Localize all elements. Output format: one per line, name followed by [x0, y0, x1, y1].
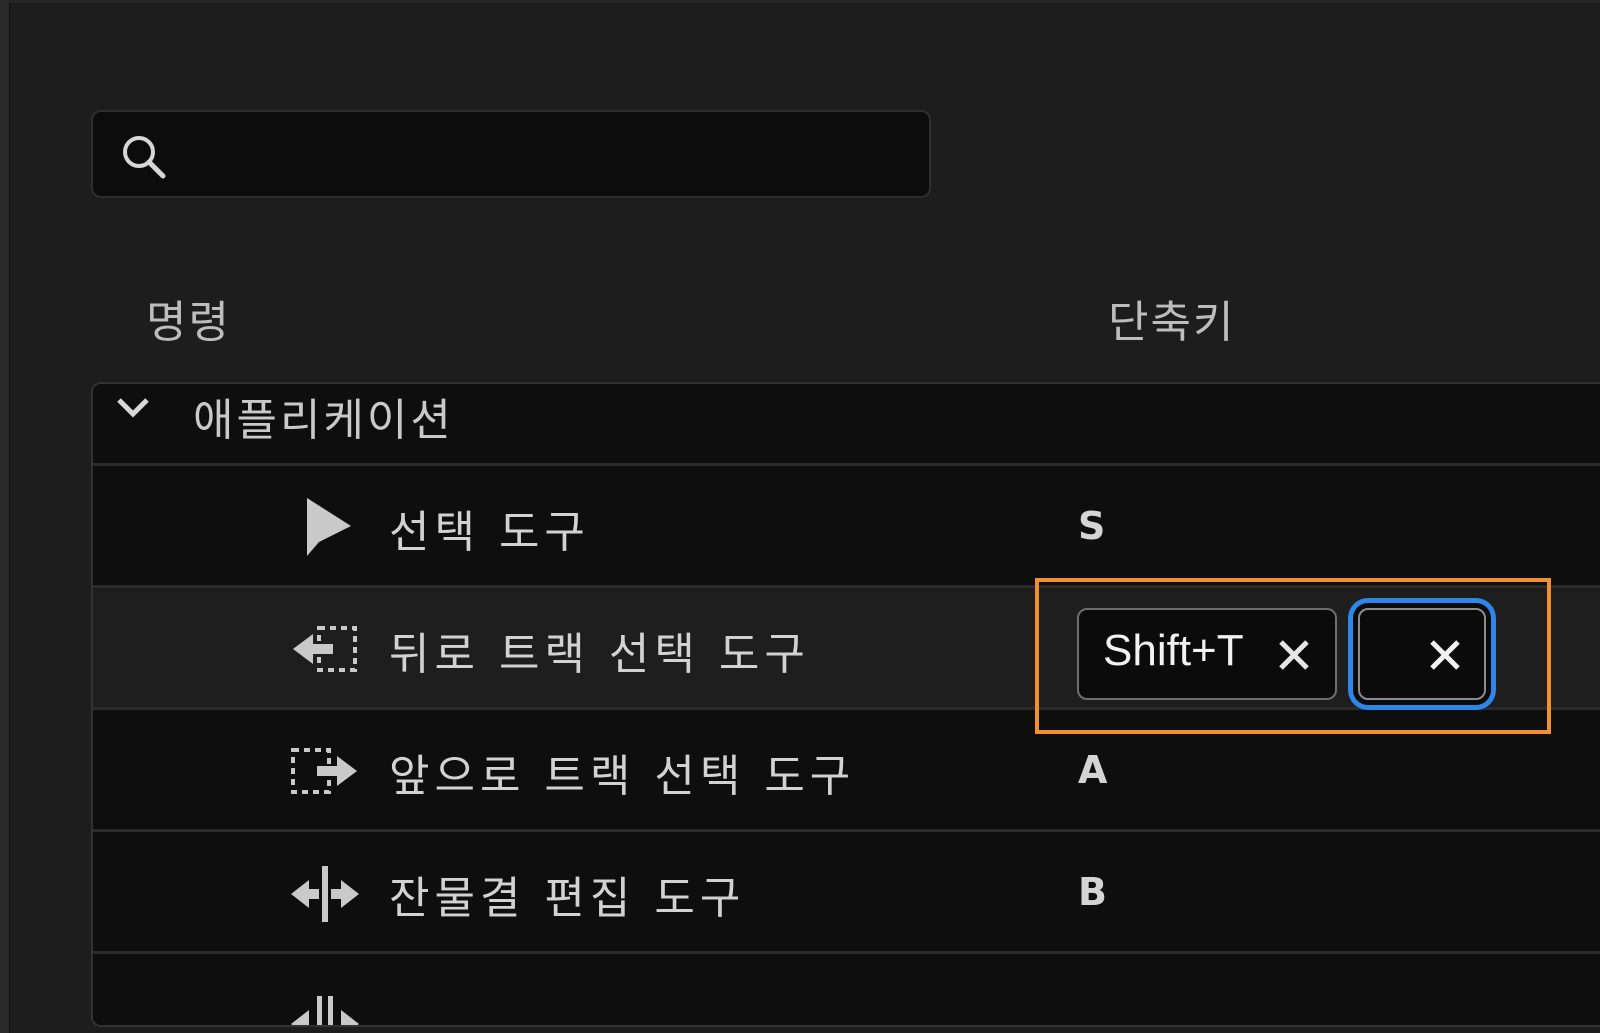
search-input[interactable] — [185, 126, 909, 184]
track-select-forward-icon — [291, 748, 357, 794]
track-select-backward-icon — [293, 626, 357, 672]
new-shortcut-field[interactable] — [1358, 608, 1486, 700]
group-label: 애플리케이션 — [193, 395, 454, 446]
top-strip — [9, 0, 1600, 3]
shortcut-label[interactable]: B — [1078, 870, 1107, 914]
command-label: 선택 도구 — [389, 507, 590, 558]
table-row[interactable] — [93, 954, 1600, 1025]
rolling-edit-icon — [291, 996, 359, 1025]
selection-arrow-icon — [307, 498, 351, 556]
panel-edge — [0, 0, 10, 1033]
ripple-edit-icon — [291, 866, 359, 922]
shortcut-label[interactable]: A — [1078, 748, 1107, 792]
search-icon — [123, 136, 166, 179]
search-box[interactable] — [91, 110, 931, 198]
shortcut-chip-label: Shift+T — [1103, 626, 1244, 675]
command-label: 잔물결 편집 도구 — [389, 873, 746, 924]
column-header-command[interactable]: 명령 — [146, 286, 231, 350]
shortcut-chip[interactable]: Shift+T — [1077, 608, 1337, 700]
clear-field-icon[interactable] — [1426, 636, 1464, 674]
chevron-down-icon[interactable] — [113, 388, 153, 428]
remove-shortcut-icon[interactable] — [1275, 636, 1313, 674]
command-label: 뒤로 트랙 선택 도구 — [389, 629, 810, 680]
shortcut-label[interactable]: S — [1078, 504, 1105, 548]
group-row-application[interactable]: 애플리케이션 — [93, 384, 1600, 466]
command-label: 앞으로 트랙 선택 도구 — [389, 751, 856, 802]
table-row[interactable]: 잔물결 편집 도구 B — [93, 832, 1600, 954]
column-header-shortcut[interactable]: 단축키 — [1108, 286, 1235, 350]
table-row[interactable]: 선택 도구 S — [93, 466, 1600, 588]
